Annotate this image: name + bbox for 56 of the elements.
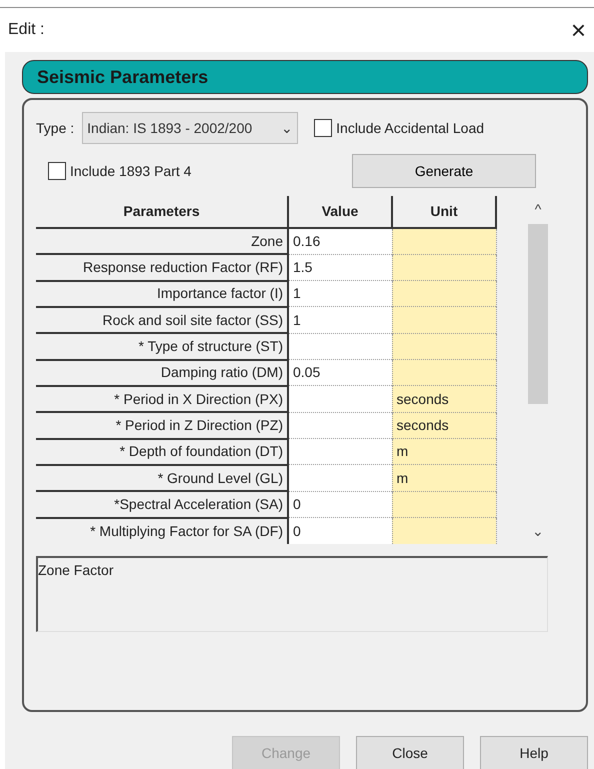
- unit-cell[interactable]: [392, 254, 496, 281]
- scroll-up-button[interactable]: ^: [534, 196, 542, 222]
- unit-cell[interactable]: [392, 491, 496, 518]
- unit-cell[interactable]: [392, 280, 496, 307]
- dialog-button[interactable]: Help: [480, 736, 588, 769]
- parameter-cell: Response reduction Factor (RF): [36, 254, 288, 281]
- parameter-cell: * Type of structure (ST): [36, 333, 288, 360]
- parameter-cell: * Ground Level (GL): [36, 464, 288, 492]
- parameter-cell: * Period in Z Direction (PZ): [36, 412, 288, 439]
- parameter-cell: * Depth of foundation (DT): [36, 438, 288, 465]
- value-cell[interactable]: 0.05: [288, 360, 392, 386]
- parameter-cell: Damping ratio (DM): [36, 360, 288, 386]
- checkbox-box[interactable]: [314, 119, 332, 137]
- unit-cell[interactable]: [392, 333, 496, 360]
- parameter-cell: * Period in X Direction (PX): [36, 386, 288, 412]
- column-header: Unit: [392, 196, 496, 228]
- panel-header: Seismic Parameters: [22, 60, 588, 94]
- unit-cell[interactable]: [392, 518, 496, 544]
- description-text: Zone Factor: [38, 562, 114, 578]
- value-cell[interactable]: 1.5: [288, 254, 392, 281]
- unit-cell[interactable]: [392, 228, 496, 254]
- unit-cell[interactable]: [392, 306, 496, 334]
- value-cell[interactable]: [288, 464, 392, 492]
- parameter-cell: *Spectral Acceleration (SA): [36, 491, 288, 518]
- caret-icon: ⌄: [281, 118, 294, 138]
- value-cell[interactable]: 1: [288, 306, 392, 334]
- scrollbar-thumb[interactable]: [528, 224, 548, 404]
- window-title: Edit :: [8, 20, 44, 40]
- generate-button[interactable]: Generate: [352, 154, 536, 188]
- value-cell[interactable]: 0.16: [288, 228, 392, 254]
- type-label: Type :: [36, 118, 74, 138]
- value-cell[interactable]: [288, 333, 392, 360]
- unit-cell[interactable]: seconds: [392, 412, 496, 439]
- close-button[interactable]: ×: [568, 17, 588, 43]
- scroll-down-button[interactable]: ⌄: [532, 518, 544, 544]
- parameter-cell: Rock and soil site factor (SS): [36, 306, 288, 334]
- value-cell[interactable]: 0: [288, 491, 392, 518]
- value-cell[interactable]: 0: [288, 518, 392, 544]
- column-header: Value: [288, 196, 392, 228]
- checkbox-label: Include Accidental Load: [336, 118, 484, 138]
- parameter-cell: Zone: [36, 228, 288, 254]
- value-cell[interactable]: 1: [288, 280, 392, 307]
- value-cell[interactable]: [288, 438, 392, 465]
- unit-cell[interactable]: [392, 360, 496, 386]
- type-dropdown[interactable]: Indian: IS 1893 - 2002/200 ⌄: [82, 112, 298, 144]
- unit-cell[interactable]: seconds: [392, 386, 496, 412]
- parameter-cell: * Multiplying Factor for SA (DF): [36, 518, 288, 544]
- parameter-cell: Importance factor (I): [36, 280, 288, 307]
- unit-cell[interactable]: m: [392, 464, 496, 492]
- checkbox-box[interactable]: [48, 162, 66, 180]
- unit-cell[interactable]: m: [392, 438, 496, 465]
- value-cell[interactable]: [288, 412, 392, 439]
- dialog-button[interactable]: Close: [356, 736, 464, 769]
- checkbox-label: Include 1893 Part 4: [70, 162, 192, 180]
- value-cell[interactable]: [288, 386, 392, 412]
- column-header: Parameters: [36, 196, 288, 228]
